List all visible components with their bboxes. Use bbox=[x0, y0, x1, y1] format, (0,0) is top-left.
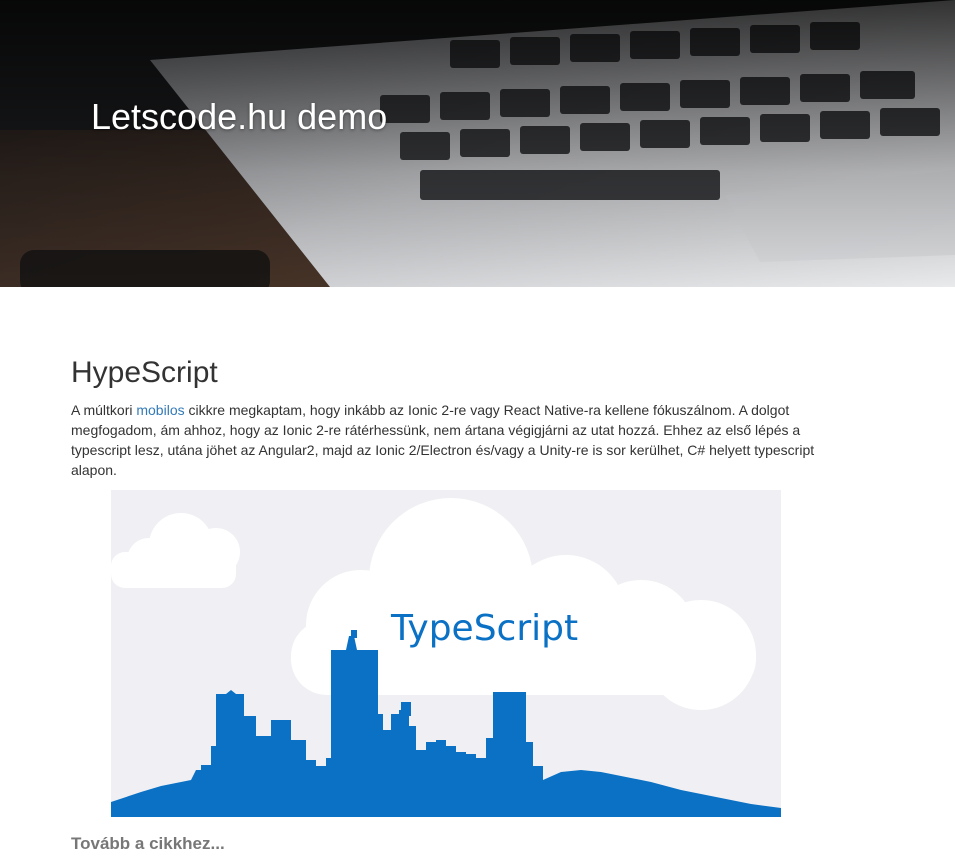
laptop-background-image bbox=[0, 0, 955, 287]
article-excerpt: A múltkori mobilos cikkre megkaptam, hog… bbox=[71, 400, 823, 480]
site-title: Letscode.hu demo bbox=[91, 96, 388, 137]
read-more-link[interactable]: Tovább a cikkhez... bbox=[71, 834, 225, 854]
article-card: HypeScript A múltkori mobilos cikkre meg… bbox=[71, 352, 831, 853]
excerpt-text-before-link: A múltkori bbox=[71, 402, 137, 418]
typescript-logo-text: TypeScript bbox=[390, 608, 578, 649]
article-title: HypeScript bbox=[71, 356, 218, 389]
hero-header: Letscode.hu demo bbox=[0, 0, 955, 287]
typescript-cover-image: TypeScript bbox=[111, 490, 781, 817]
mobilos-link[interactable]: mobilos bbox=[136, 402, 184, 418]
